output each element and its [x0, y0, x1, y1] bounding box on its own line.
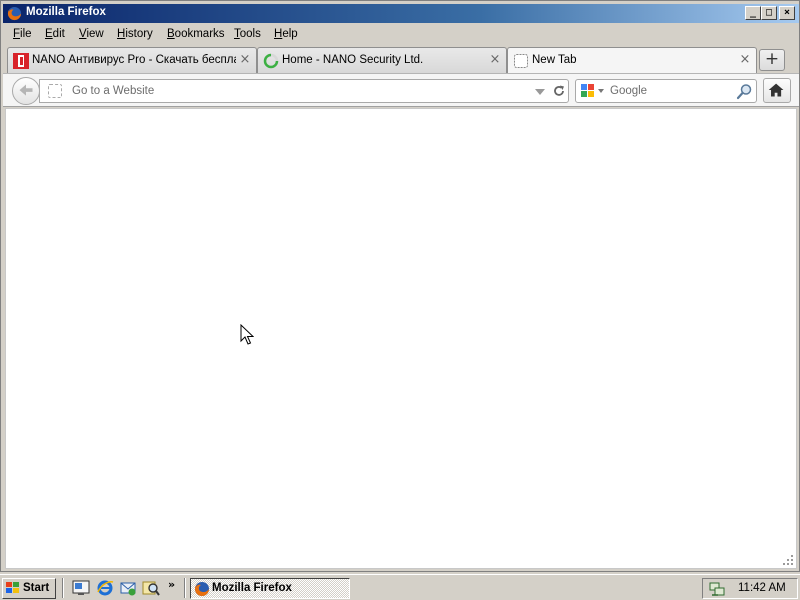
- menu-file[interactable]: File: [13, 28, 32, 40]
- taskbar-item-firefox[interactable]: Mozilla Firefox: [190, 578, 350, 599]
- tab-nano-antivirus[interactable]: NANO Антивирус Pro - Скачать беспла... ×: [7, 47, 257, 73]
- minimize-button[interactable]: _: [745, 6, 761, 20]
- taskbar-separator: [62, 578, 64, 598]
- page-content[interactable]: [5, 108, 797, 569]
- menu-tools-rest: ools: [239, 28, 261, 40]
- menu-edit-rest: dit: [52, 28, 65, 40]
- menu-edit[interactable]: Edit: [45, 28, 65, 40]
- tab-label: NANO Антивирус Pro - Скачать беспла...: [32, 54, 236, 66]
- home-icon: [768, 83, 784, 97]
- menu-file-accel: F: [13, 28, 21, 40]
- tab-strip: NANO Антивирус Pro - Скачать беспла... ×…: [3, 45, 799, 74]
- resize-grip-icon[interactable]: [782, 554, 794, 566]
- menu-file-rest: ile: [20, 28, 32, 40]
- tab-new-tab[interactable]: New Tab ×: [507, 47, 757, 74]
- window-title: Mozilla Firefox: [26, 6, 106, 18]
- reload-icon[interactable]: [552, 84, 566, 98]
- clock[interactable]: 11:42 AM: [738, 582, 786, 594]
- url-history-dropdown-icon[interactable]: [535, 89, 545, 95]
- firefox-icon[interactable]: [7, 6, 22, 21]
- back-button[interactable]: [12, 77, 40, 105]
- menu-view[interactable]: View: [79, 28, 104, 40]
- start-button[interactable]: Start: [2, 578, 56, 599]
- internet-explorer-icon[interactable]: [96, 579, 114, 597]
- windows-logo-icon: [6, 582, 19, 593]
- menu-help-rest: elp: [282, 28, 298, 40]
- maximize-button[interactable]: □: [761, 6, 777, 20]
- taskbar: Start » Mozilla Firefox 11:42 AM: [0, 574, 800, 600]
- loading-spinner-icon: [263, 53, 279, 69]
- show-desktop-icon[interactable]: [72, 579, 90, 597]
- search-icon[interactable]: [142, 579, 160, 597]
- network-icon[interactable]: [708, 580, 726, 598]
- menu-history[interactable]: History: [117, 28, 153, 40]
- search-input[interactable]: [610, 82, 730, 100]
- google-icon[interactable]: [580, 83, 606, 99]
- blank-page-icon: [514, 54, 528, 68]
- nano-favicon: [13, 53, 29, 69]
- close-button[interactable]: ×: [779, 6, 795, 20]
- menu-history-rest: istory: [125, 28, 153, 40]
- search-bar[interactable]: [575, 79, 757, 103]
- title-bar[interactable]: Mozilla Firefox _ □ ×: [3, 4, 799, 23]
- menu-bookmarks-rest: ookmarks: [174, 28, 225, 40]
- url-input[interactable]: [72, 82, 512, 100]
- menu-bookmarks-accel: B: [167, 28, 175, 40]
- tab-label: Home - NANO Security Ltd.: [282, 54, 424, 66]
- site-identity-icon[interactable]: [48, 84, 62, 98]
- taskbar-item-label: Mozilla Firefox: [212, 582, 292, 594]
- home-button[interactable]: [763, 78, 791, 103]
- tab-close-icon[interactable]: ×: [239, 53, 251, 67]
- tab-close-icon[interactable]: ×: [739, 53, 751, 67]
- firefox-icon: [195, 582, 209, 596]
- outlook-express-icon[interactable]: [119, 579, 137, 597]
- menu-help[interactable]: Help: [274, 28, 298, 40]
- taskbar-separator: [184, 578, 186, 598]
- url-bar[interactable]: [39, 79, 569, 103]
- back-arrow-icon: [19, 84, 33, 96]
- menu-view-rest: iew: [86, 28, 104, 40]
- menu-edit-accel: E: [45, 28, 53, 40]
- start-label: Start: [23, 582, 50, 594]
- menu-bar: File Edit View History Bookmarks Tools H…: [3, 25, 799, 45]
- tab-close-icon[interactable]: ×: [489, 53, 501, 67]
- new-tab-button[interactable]: +: [759, 49, 785, 71]
- tab-nano-security-home[interactable]: Home - NANO Security Ltd. ×: [257, 47, 507, 73]
- system-tray: 11:42 AM: [702, 578, 798, 599]
- search-icon[interactable]: [736, 83, 753, 100]
- tab-label: New Tab: [532, 54, 577, 66]
- firefox-window: Mozilla Firefox _ □ × File Edit View His…: [0, 0, 800, 572]
- mouse-pointer-icon: [240, 324, 254, 345]
- menu-tools[interactable]: Tools: [234, 28, 261, 40]
- navigation-toolbar: [3, 73, 799, 107]
- menu-bookmarks[interactable]: Bookmarks: [167, 28, 225, 40]
- quick-launch-more-icon[interactable]: »: [168, 578, 175, 591]
